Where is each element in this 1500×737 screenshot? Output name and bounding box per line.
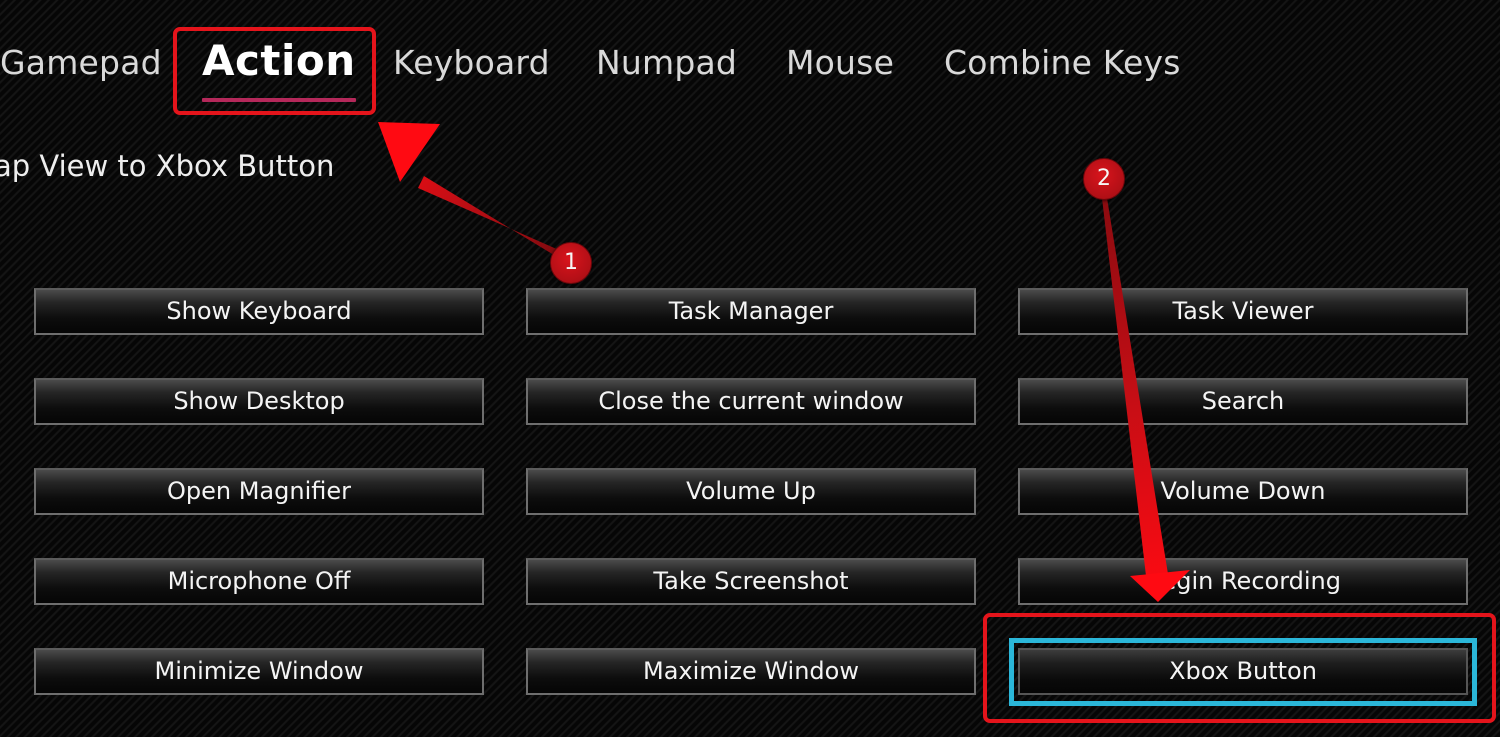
annotation-arrows (378, 122, 1190, 602)
tab-gamepad[interactable]: Gamepad (0, 40, 162, 86)
action-microphone-off[interactable]: Microphone Off (34, 558, 484, 605)
action-open-magnifier[interactable]: Open Magnifier (34, 468, 484, 515)
annotation-step-1-badge: 1 (550, 242, 592, 284)
tab-combine-keys[interactable]: Combine Keys (944, 40, 1181, 86)
action-take-screenshot[interactable]: Take Screenshot (526, 558, 976, 605)
annotation-arrow-1 (418, 176, 572, 266)
annotation-arrow-1-head (378, 122, 440, 182)
action-show-keyboard[interactable]: Show Keyboard (34, 288, 484, 335)
action-volume-up[interactable]: Volume Up (526, 468, 976, 515)
action-minimize-window[interactable]: Minimize Window (34, 648, 484, 695)
tab-numpad[interactable]: Numpad (596, 40, 737, 86)
active-tab-indicator (202, 98, 356, 102)
mapping-subtitle: ap View to Xbox Button (0, 149, 335, 183)
action-xbox-button[interactable]: Xbox Button (1018, 648, 1468, 695)
annotation-step-2-badge: 2 (1083, 158, 1125, 200)
action-task-manager[interactable]: Task Manager (526, 288, 976, 335)
action-volume-down[interactable]: Volume Down (1018, 468, 1468, 515)
action-close-current-window[interactable]: Close the current window (526, 378, 976, 425)
action-show-desktop[interactable]: Show Desktop (34, 378, 484, 425)
action-task-viewer[interactable]: Task Viewer (1018, 288, 1468, 335)
action-search[interactable]: Search (1018, 378, 1468, 425)
tab-mouse[interactable]: Mouse (786, 40, 894, 86)
tab-keyboard[interactable]: Keyboard (393, 40, 550, 86)
action-begin-recording[interactable]: Begin Recording (1018, 558, 1468, 605)
action-maximize-window[interactable]: Maximize Window (526, 648, 976, 695)
tab-action[interactable]: Action (202, 38, 356, 84)
